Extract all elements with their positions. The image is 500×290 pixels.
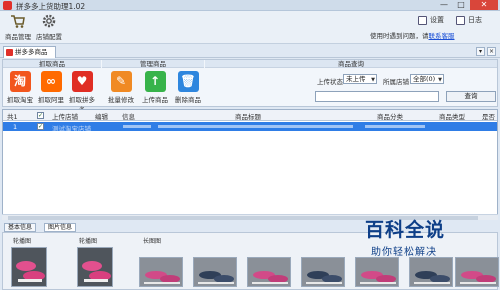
upload-status-select[interactable]: 未上传 ▼	[343, 74, 377, 84]
fetch-button-0[interactable]: 淘抓取淘宝	[5, 71, 35, 104]
settings-button[interactable]: 设置	[418, 15, 444, 25]
tab-menu-button[interactable]: ▾	[476, 47, 485, 56]
row-shop: 测试淘宝店铺	[52, 125, 91, 133]
chevron-down-icon: ▼	[438, 77, 442, 83]
product-management-label: 商品管理	[5, 33, 31, 41]
manage-button-0[interactable]: ✎ 批量修改	[106, 71, 136, 104]
pinduoduo-icon: ♥	[71, 71, 93, 92]
help-line: 使用时遇到问题，请联系客服	[370, 30, 455, 40]
upload-icon: ↑	[144, 71, 166, 92]
trash-icon: 🗑	[177, 71, 199, 92]
settings-label: 设置	[430, 16, 444, 24]
long-image-thumbnail[interactable]	[193, 257, 237, 287]
fetch-button-2[interactable]: ♥抓取拼多多	[67, 71, 97, 114]
watermark-title: 百科全说	[365, 219, 446, 241]
pdd-tab-icon	[6, 49, 13, 56]
watermark-subtitle: 助你轻松解决	[371, 247, 437, 258]
main-toolbar: 商品管理 店铺配置 设置 日志 使用时遇到问题，请联系客服	[0, 11, 500, 44]
detail-image-label: 轮播图	[79, 238, 98, 245]
manage-button-2[interactable]: 🗑 删除商品	[173, 71, 203, 104]
col-category[interactable]: 商品分类	[377, 111, 403, 121]
tab-label: 拼多多商品	[15, 48, 48, 56]
shop-config-label: 店铺配置	[36, 33, 62, 41]
tab-bar: 拼多多商品 ▾ ×	[0, 45, 500, 58]
chevron-down-icon: ▼	[371, 77, 375, 83]
manage-label: 批量修改	[108, 96, 134, 104]
product-management-button[interactable]: 商品管理	[3, 13, 33, 41]
contact-support-link[interactable]: 联系客服	[429, 32, 455, 40]
sku-image-label: 长图图	[143, 238, 162, 245]
taobao-icon: 淘	[9, 71, 31, 92]
shop-select[interactable]: 全部(0) ▼	[410, 74, 444, 84]
product-grid: 共1 ✓ 上传店铺 编辑 信息 商品标题 商品分类 商品类型 是否 ▶ 1 ✓ …	[2, 109, 498, 220]
col-info[interactable]: 信息	[122, 111, 135, 121]
search-button[interactable]: 查询	[446, 91, 496, 102]
row-title-blurred	[158, 125, 353, 128]
fetch-label: 抓取阿里	[38, 96, 64, 104]
shoe-photo	[140, 258, 182, 286]
long-image-thumbnail[interactable]	[139, 257, 183, 287]
window-titlebar: 拼多多上货助理1.02 — □ ✕	[0, 0, 500, 11]
row-info-blurred	[123, 125, 151, 128]
query-group-header: 商品查询	[205, 60, 497, 68]
select-all-checkbox[interactable]: ✓	[37, 112, 44, 119]
fetch-button-1[interactable]: ∞ 抓取阿里	[36, 71, 66, 104]
minimize-button[interactable]: —	[436, 0, 452, 10]
shop-config-button[interactable]: 店铺配置	[34, 13, 64, 41]
app-logo-icon	[3, 1, 12, 10]
maximize-button[interactable]: □	[453, 0, 469, 10]
close-button[interactable]: ✕	[470, 0, 498, 10]
main-image-label: 轮播图	[13, 238, 32, 245]
tab-pdd-products[interactable]: 拼多多商品	[3, 46, 56, 58]
log-label: 日志	[468, 16, 482, 24]
shoe-photo	[12, 248, 46, 286]
fetch-label: 抓取淘宝	[7, 96, 33, 104]
main-image-thumbnail[interactable]	[11, 247, 47, 287]
col-upload-shop[interactable]: 上传店铺	[52, 111, 78, 121]
watermark-logo: 百科全说 助你轻松解决	[350, 211, 470, 263]
long-image-thumbnail[interactable]	[247, 257, 291, 287]
detail-image-thumbnail[interactable]	[77, 247, 113, 287]
col-title[interactable]: 商品标题	[235, 111, 261, 121]
shop-value: 全部(0)	[413, 75, 436, 83]
shoe-photo	[302, 258, 344, 286]
upload-status-value: 未上传	[346, 75, 366, 83]
pencil-icon: ✎	[110, 71, 132, 92]
operation-panel: 抓取商品 管理商品 商品查询 淘抓取淘宝∞抓取阿里♥抓取拼多多 ✎批量修改↑上传…	[2, 59, 498, 114]
log-icon	[456, 15, 465, 25]
grid-header: 共1 ✓ 上传店铺 编辑 信息 商品标题 商品分类 商品类型 是否	[3, 110, 497, 121]
tab-close-button[interactable]: ×	[487, 47, 496, 56]
shoe-photo	[248, 258, 290, 286]
manage-label: 上传商品	[142, 96, 168, 104]
gear-icon	[42, 14, 56, 28]
grid-total: 共1	[7, 113, 18, 121]
shoe-photo	[78, 248, 112, 286]
log-button[interactable]: 日志	[456, 15, 482, 25]
shopping-cart-icon	[11, 15, 25, 28]
col-edit[interactable]: 编辑	[95, 111, 108, 121]
row-checkbox[interactable]: ✓	[37, 123, 44, 130]
alibaba-icon: ∞	[40, 71, 62, 92]
manage-group-header: 管理商品	[102, 60, 204, 68]
tab-basic-info[interactable]: 基本信息	[4, 223, 37, 232]
row-category-blurred	[365, 125, 425, 128]
search-input[interactable]	[315, 91, 439, 102]
upload-status-label: 上传状态	[317, 78, 343, 86]
tab-image-info[interactable]: 图片信息	[44, 223, 77, 232]
help-text: 使用时遇到问题，请	[370, 32, 429, 40]
fetch-group-header: 抓取商品	[3, 60, 101, 68]
settings-icon	[418, 15, 427, 25]
col-flag[interactable]: 是否	[482, 111, 495, 121]
shoe-photo	[194, 258, 236, 286]
row-index: 1	[13, 123, 18, 131]
manage-label: 删除商品	[175, 96, 201, 104]
col-type[interactable]: 商品类型	[439, 111, 465, 121]
table-row[interactable]: 1 ✓ 测试淘宝店铺	[3, 122, 497, 133]
long-image-thumbnail[interactable]	[301, 257, 345, 287]
manage-button-1[interactable]: ↑ 上传商品	[140, 71, 170, 104]
shop-label: 所属店铺	[383, 78, 409, 86]
